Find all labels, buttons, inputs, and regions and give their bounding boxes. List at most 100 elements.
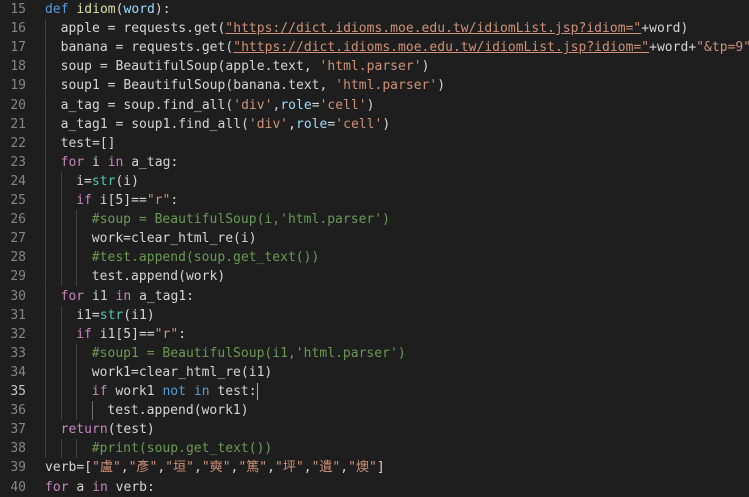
code-token: str — [91, 173, 116, 189]
indent-guide — [76, 401, 78, 421]
code-line[interactable]: 34 work1=clear_html_re(i1) — [0, 362, 749, 382]
code-token: role — [280, 97, 312, 113]
code-token: i= — [76, 173, 92, 189]
code-line[interactable]: 15 def idiom(word): — [0, 0, 749, 19]
line-number: 38 — [10, 441, 26, 457]
code-line[interactable]: 27 work=clear_html_re(i) — [0, 229, 749, 249]
indent-guide — [45, 362, 46, 382]
line-number: 25 — [10, 193, 26, 208]
code-token: "坪" — [274, 460, 304, 476]
indent-guide — [45, 343, 46, 363]
code-token: verb: — [107, 479, 155, 495]
line-number: 32 — [10, 326, 26, 342]
code-token: = — [311, 97, 320, 113]
code-text: for i1 in a_tag1: — [61, 287, 194, 306]
code-token: : — [170, 193, 179, 208]
code-line[interactable]: 18 soup = BeautifulSoup(apple.text, 'html… — [0, 57, 749, 77]
indent-guide — [45, 171, 46, 191]
code-token: a_tag1: — [131, 288, 195, 304]
code-token: verb=[ — [45, 460, 93, 476]
code-line[interactable]: 35 if work1 not in test: — [0, 382, 749, 402]
code-text: a_tag1 = soup1.find_all('div',role='cell… — [61, 115, 391, 134]
indent-guide — [45, 57, 46, 77]
code-token: work1 — [107, 384, 163, 399]
indent-guide — [45, 401, 46, 421]
code-token: #print(soup.get_text()) — [91, 441, 273, 457]
indent-guide — [45, 229, 46, 249]
code-line[interactable]: 30 for i1 in a_tag1: — [0, 286, 749, 306]
code-text: def idiom(word): — [45, 0, 171, 19]
code-token: "彥" — [128, 460, 158, 476]
code-token: "遺" — [311, 460, 341, 476]
code-text: for i in a_tag: — [61, 153, 179, 172]
indent-guide — [60, 362, 62, 382]
code-token: , — [267, 460, 275, 476]
code-token: (test) — [107, 422, 155, 438]
code-line[interactable]: 26 #soup = BeautifulSoup(i,'html.parser') — [0, 210, 749, 230]
code-editor[interactable]: 15 def idiom(word): 16 apple = requests.get… — [0, 0, 749, 495]
code-token: ) — [382, 116, 391, 132]
indent-guide — [45, 76, 46, 96]
code-text: work1=clear_html_re(i1) — [92, 363, 272, 382]
code-token: in — [92, 479, 108, 495]
code-line[interactable]: 28 #test.append(soup.get_text()) — [0, 248, 749, 268]
indent-guide — [45, 439, 46, 459]
code-text: #soup = BeautifulSoup(i,'html.parser') — [92, 210, 390, 229]
code-line[interactable]: 37 return(test) — [0, 420, 749, 440]
line-number: 35 — [10, 384, 26, 399]
code-token: , — [303, 460, 312, 476]
code-line[interactable]: 19 soup1 = BeautifulSoup(banana.text, 'ht… — [0, 76, 749, 96]
code-line[interactable]: 39 verb=["盧","彥","垣","奭","篤","坪","遺","燠"] — [0, 458, 749, 477]
code-token: , — [193, 460, 202, 476]
code-text: soup1 = BeautifulSoup(banana.text, 'html… — [61, 76, 446, 95]
code-line[interactable]: 38 #print(soup.get_text()) — [0, 439, 749, 459]
code-token: "https://dict.idioms.moe.edu.tw/idiomLis… — [225, 21, 642, 37]
code-line[interactable]: 22 test=[] — [0, 133, 749, 153]
code-text: return(test) — [61, 420, 155, 439]
indent-guide — [60, 171, 62, 191]
line-number: 22 — [10, 135, 26, 151]
code-line[interactable]: 33 #soup1 = BeautifulSoup(i1,'html.parser… — [0, 343, 749, 363]
code-line[interactable]: 31 i1=str(i1) — [0, 305, 749, 325]
code-token: work1=clear_html_re(i1) — [91, 364, 273, 380]
line-number: 39 — [10, 460, 26, 476]
code-token: "&tp=9" — [696, 40, 749, 56]
code-token: "篤" — [238, 460, 268, 476]
code-text: #test.append(soup.get_text()) — [92, 248, 320, 267]
indent-guide — [60, 191, 62, 211]
code-line[interactable]: 21 a_tag1 = soup1.find_all('div',role='ce… — [0, 114, 749, 134]
code-line[interactable]: 32 if i1[5]=="r": — [0, 324, 749, 344]
code-token: i1[5]== — [91, 326, 155, 342]
code-line[interactable]: 20 a_tag = soup.find_all('div',role='cell… — [0, 95, 749, 115]
code-line[interactable]: 36 test.append(work1) — [0, 401, 749, 421]
code-token: a — [68, 479, 93, 495]
code-token: word — [123, 2, 155, 17]
code-line[interactable]: 24 i=str(i) — [0, 171, 749, 191]
code-line[interactable]: 23 for i in a_tag: — [0, 152, 749, 172]
code-line[interactable]: 25 if i[5]=="r": — [0, 191, 749, 211]
code-token: #soup = BeautifulSoup(i,'html.parser') — [91, 212, 390, 228]
code-token: for — [60, 288, 85, 304]
code-token: ) — [421, 59, 430, 75]
code-line[interactable]: 17 banana = requests.get("https://dict.id… — [0, 38, 749, 58]
code-token: 'div' — [233, 97, 273, 113]
line-number: 28 — [10, 250, 26, 266]
code-text: a_tag = soup.find_all('div',role='cell') — [61, 96, 375, 115]
indent-guide — [60, 343, 62, 363]
indent-guide — [45, 210, 46, 230]
indent-guide — [76, 267, 78, 287]
code-token: : — [178, 326, 187, 342]
code-line[interactable]: 29 test.append(work) — [0, 267, 749, 287]
code-text: banana = requests.get("https://dict.idio… — [61, 38, 749, 57]
code-token: if — [91, 384, 108, 399]
code-text: work=clear_html_re(i) — [92, 229, 257, 248]
code-text: if i[5]=="r": — [76, 191, 178, 210]
code-token: , — [120, 460, 129, 476]
code-token: for — [60, 154, 85, 170]
code-token: "https://dict.idioms.moe.edu.tw/idiomLis… — [233, 40, 650, 56]
code-text: #soup1 = BeautifulSoup(i1,'html.parser') — [92, 344, 406, 363]
code-token: 'html.parser' — [319, 59, 422, 75]
code-token: (i) — [115, 173, 139, 189]
code-line[interactable]: 16 apple = requests.get("https://dict.idi… — [0, 19, 749, 39]
